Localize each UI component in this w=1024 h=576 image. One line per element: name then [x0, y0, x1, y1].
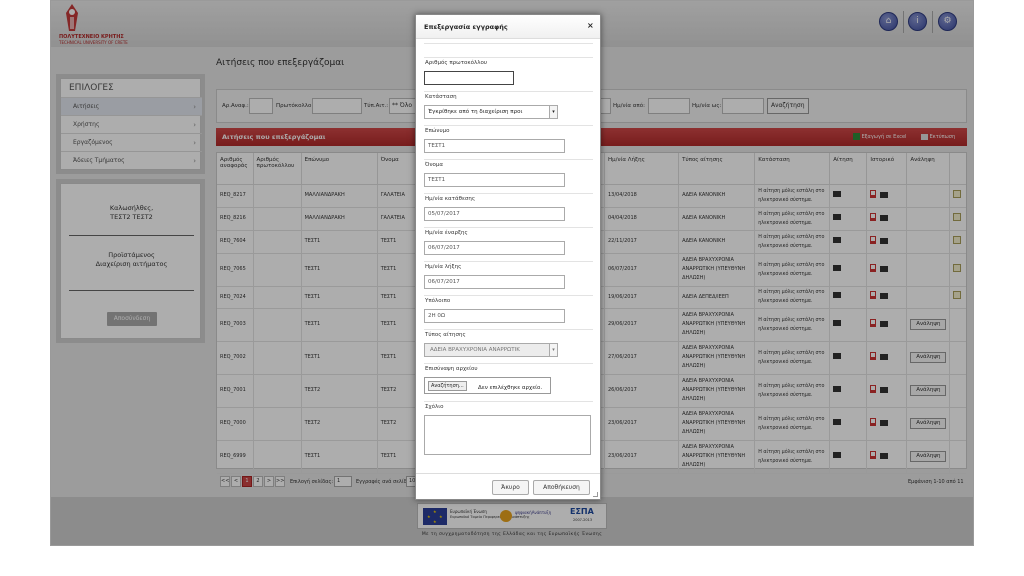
filed-date-group: Ημ/νία κατάθεσης 05/07/2017 [424, 193, 593, 227]
status-label: Κατάσταση [425, 94, 457, 100]
start-date-input[interactable]: 06/07/2017 [424, 241, 565, 255]
save-button[interactable]: Αποθήκευση [533, 480, 590, 495]
filed-date-label: Ημ/νία κατάθεσης [425, 196, 476, 202]
surname-field-group: Επώνυμο ΤΕΣΤ1 [424, 125, 593, 159]
name-label: Όνομα [425, 162, 444, 168]
no-file-text: Δεν επιλέχθηκε αρχείο. [478, 385, 543, 391]
browse-button[interactable]: Αναζήτηση... [428, 381, 467, 391]
attachment-group: Επισύναψη αρχείου Αναζήτηση... Δεν επιλέ… [424, 363, 593, 401]
type-field-group: Τύπος αίτησης ΑΔΕΙΑ ΒΡΑΧΥΧΡΟΝΙΑ ΑΝΑΡΡΩΤΙ… [424, 329, 593, 363]
cancel-button[interactable]: Άκυρο [492, 480, 529, 495]
name-field-group: Όνομα ΤΕΣΤ1 [424, 159, 593, 193]
balance-input[interactable]: 2Η 0Ω [424, 309, 565, 323]
status-select[interactable]: Έγκρίθηκε από τη διαχείριση προι ▾ [424, 105, 558, 119]
type-label: Τύπος αίτησης [425, 332, 466, 338]
surname-input[interactable]: ΤΕΣΤ1 [424, 139, 565, 153]
end-date-group: Ημ/νία λήξης 06/07/2017 [424, 261, 593, 295]
dialog-body: Αριθμός πρωτοκόλλου Κατάσταση Έγκρίθηκε … [424, 43, 593, 473]
end-date-label: Ημ/νία λήξης [425, 264, 462, 270]
comment-group: Σχόλιο [424, 401, 593, 467]
protocol-input[interactable] [424, 71, 514, 85]
resize-handle[interactable] [593, 492, 598, 497]
file-input[interactable]: Αναζήτηση... Δεν επιλέχθηκε αρχείο. [424, 377, 551, 394]
end-date-input[interactable]: 06/07/2017 [424, 275, 565, 289]
protocol-label: Αριθμός πρωτοκόλλου [425, 60, 488, 66]
dialog-title: Επεξεργασία εγγραφής [424, 23, 508, 31]
edit-record-dialog: Επεξεργασία εγγραφής × Αριθμός πρωτοκόλλ… [415, 14, 601, 500]
chevron-down-icon: ▾ [549, 106, 557, 118]
attachment-label: Επισύναψη αρχείου [425, 366, 478, 372]
filed-date-input[interactable]: 05/07/2017 [424, 207, 565, 221]
comment-textarea[interactable] [424, 415, 591, 455]
balance-label: Υπόλοιπο [425, 298, 451, 304]
type-select: ΑΔΕΙΑ ΒΡΑΧΥΧΡΟΝΙΑ ΑΝΑΡΡΩΤΙΚ ▾ [424, 343, 558, 357]
type-value: ΑΔΕΙΑ ΒΡΑΧΥΧΡΟΝΙΑ ΑΝΑΡΡΩΤΙΚ [430, 347, 520, 353]
start-date-label: Ημ/νία έναρξης [425, 230, 468, 236]
protocol-field-group: Αριθμός πρωτοκόλλου [424, 57, 593, 91]
dialog-footer: Άκυρο Αποθήκευση [416, 473, 600, 499]
start-date-group: Ημ/νία έναρξης 06/07/2017 [424, 227, 593, 261]
comment-label: Σχόλιο [425, 404, 444, 410]
name-input[interactable]: ΤΕΣΤ1 [424, 173, 565, 187]
chevron-down-icon: ▾ [549, 344, 557, 356]
balance-field-group: Υπόλοιπο 2Η 0Ω [424, 295, 593, 329]
close-icon[interactable]: × [587, 21, 594, 30]
status-field-group: Κατάσταση Έγκρίθηκε από τη διαχείριση πρ… [424, 91, 593, 125]
surname-label: Επώνυμο [425, 128, 450, 134]
dialog-header: Επεξεργασία εγγραφής × [416, 15, 600, 39]
status-value: Έγκρίθηκε από τη διαχείριση προι [428, 109, 523, 115]
